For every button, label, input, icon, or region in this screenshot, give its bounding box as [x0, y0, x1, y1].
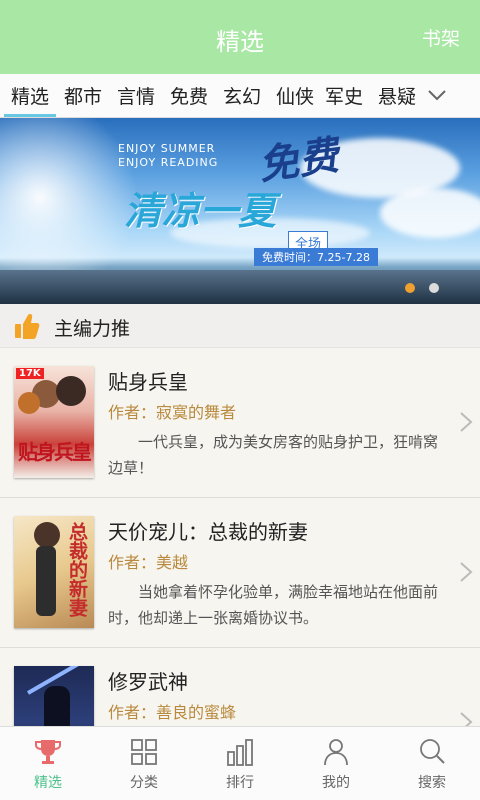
section-title: 主编力推 — [54, 318, 131, 340]
page-title: 精选 — [216, 28, 264, 56]
tab-label: 我的 — [322, 775, 350, 791]
category-tab-junshi[interactable]: 军史 — [318, 82, 370, 110]
section-header: 主编力推 — [0, 304, 480, 348]
book-cover[interactable]: 17K 贴身兵皇 — [14, 366, 94, 478]
book-item[interactable]: 17K 贴身兵皇 贴身兵皇 作者：寂寞的舞者 一代兵皇，成为美女房客的贴身护卫，… — [0, 348, 480, 498]
book-title: 贴身兵皇 — [108, 370, 188, 394]
book-author: 作者：美越 — [108, 553, 189, 572]
book-author: 作者：善良的蜜蜂 — [108, 703, 237, 722]
category-tab-xuanhuan[interactable]: 玄幻 — [216, 82, 268, 110]
trophy-icon — [35, 740, 61, 764]
tab-paihang[interactable]: 排行 — [192, 727, 288, 800]
banner-free-time: 免费时间：7.25-7.28 — [254, 248, 378, 266]
chevron-down-icon[interactable] — [426, 84, 448, 106]
book-cover[interactable]: 总裁的新妻 — [14, 516, 94, 628]
category-tab-jingxuan[interactable]: 精选 — [4, 82, 56, 110]
category-tab-xianxia[interactable]: 仙侠 — [269, 82, 321, 110]
category-tab-mianfei[interactable]: 免费 — [163, 82, 215, 110]
banner-enjoy-line2: ENJOY READING — [118, 156, 219, 169]
book-item[interactable]: 总裁的新妻 天价宠儿：总裁的新妻 作者：美越 当她拿着怀孕化验单，满脸幸福地站在… — [0, 498, 480, 648]
cover-title: 总裁的新妻 — [66, 522, 88, 617]
tab-sousuo[interactable]: 搜索 — [384, 727, 480, 800]
cover-title: 贴身兵皇 — [18, 440, 92, 464]
bar-chart-icon — [227, 739, 253, 766]
category-tab-yanqing[interactable]: 言情 — [110, 82, 162, 110]
book-description: 当她拿着怀孕化验单，满脸幸福地站在他面前时，他却递上一张离婚协议书。 — [108, 583, 439, 627]
grid-icon — [131, 739, 157, 765]
category-tab-dushi[interactable]: 都市 — [57, 82, 109, 110]
tab-label: 排行 — [226, 775, 254, 791]
tab-jingxuan[interactable]: 精选 — [0, 727, 96, 800]
book-author: 作者：寂寞的舞者 — [108, 403, 237, 422]
tab-label: 分类 — [130, 775, 158, 791]
top-bar: 精选 书架 — [0, 0, 480, 74]
banner-headline: 清凉一夏 — [124, 188, 277, 233]
banner-page-dot[interactable] — [429, 283, 439, 293]
tab-wode[interactable]: 我的 — [288, 727, 384, 800]
banner-enjoy-line1: ENJOY SUMMER — [118, 142, 216, 155]
book-title: 天价宠儿：总裁的新妻 — [108, 520, 308, 544]
book-description: 一代兵皇，成为美女房客的贴身护卫，狂啃窝边草！ — [108, 433, 439, 477]
banner-page-dot-active[interactable] — [405, 283, 415, 293]
book-title: 修罗武神 — [108, 670, 188, 694]
cover-tag: 17K — [16, 368, 44, 379]
thumbs-up-icon — [15, 314, 40, 339]
user-icon — [324, 739, 348, 766]
tab-fenlei[interactable]: 分类 — [96, 727, 192, 800]
active-category-indicator — [4, 114, 56, 117]
tab-label: 搜索 — [418, 775, 446, 791]
tab-label: 精选 — [34, 775, 62, 791]
bottom-tab-bar: 精选 分类 排行 我的 搜索 — [0, 726, 480, 800]
search-icon — [420, 739, 445, 764]
category-bar: 精选 都市 言情 免费 玄幻 仙侠 军史 悬疑 — [0, 74, 480, 118]
banner-enjoy-text: ENJOY SUMMER ENJOY READING — [118, 142, 218, 170]
bookshelf-button[interactable]: 书架 — [422, 24, 460, 51]
chevron-right-icon — [460, 562, 473, 582]
category-tab-xuanyi[interactable]: 悬疑 — [371, 82, 423, 110]
chevron-right-icon — [460, 412, 473, 432]
